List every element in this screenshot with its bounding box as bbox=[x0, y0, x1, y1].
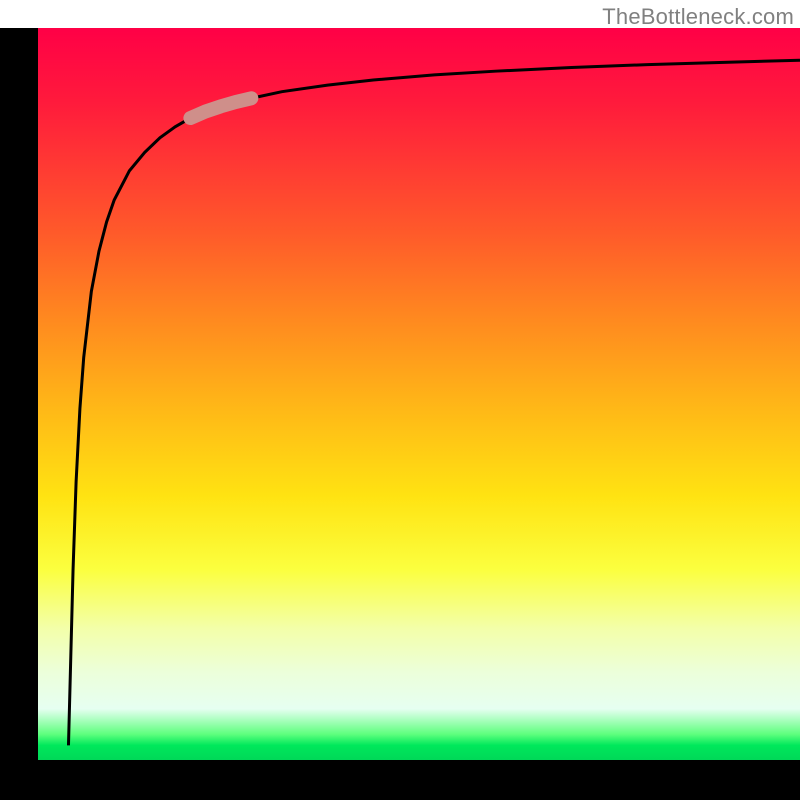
chart-frame bbox=[0, 28, 800, 800]
plot-area bbox=[38, 28, 800, 760]
highlight-segment bbox=[190, 98, 251, 118]
chart-stage: TheBottleneck.com bbox=[0, 0, 800, 800]
curve-line bbox=[68, 60, 800, 745]
plot-svg bbox=[38, 28, 800, 760]
watermark-text: TheBottleneck.com bbox=[602, 4, 794, 30]
